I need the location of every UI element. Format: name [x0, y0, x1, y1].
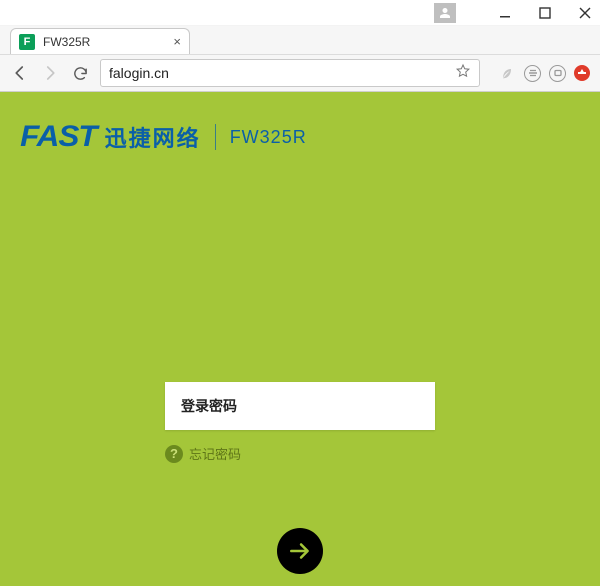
back-button[interactable]	[10, 63, 30, 83]
bookmark-star-icon[interactable]	[455, 63, 471, 84]
user-account-icon[interactable]	[434, 3, 456, 23]
forward-button[interactable]	[40, 63, 60, 83]
close-icon[interactable]	[576, 4, 594, 22]
reload-button[interactable]	[70, 63, 90, 83]
brand-logo: FAST	[20, 120, 96, 154]
address-bar[interactable]	[100, 59, 480, 87]
submit-button[interactable]	[277, 528, 323, 574]
device-model: FW325R	[230, 127, 307, 148]
forgot-password-link[interactable]: ? 忘记密码	[165, 444, 435, 463]
window-titlebar	[0, 0, 600, 26]
page-viewport: FAST 迅捷网络 FW325R 登录密码 ? 忘记密码	[0, 92, 600, 586]
forgot-password-label: 忘记密码	[189, 444, 241, 463]
password-label: 登录密码	[181, 396, 237, 416]
browser-toolbar	[0, 54, 600, 92]
maximize-icon[interactable]	[536, 4, 554, 22]
brand-chinese: 迅捷网络	[105, 121, 201, 153]
extension-red-icon[interactable]	[574, 65, 590, 81]
brand-header: FAST 迅捷网络 FW325R	[22, 120, 307, 154]
login-area: 登录密码 ? 忘记密码	[165, 382, 435, 463]
arrow-right-icon	[287, 538, 313, 564]
extension-circle-icon-2[interactable]	[549, 65, 566, 82]
url-input[interactable]	[109, 65, 449, 81]
minimize-icon[interactable]	[496, 4, 514, 22]
help-icon: ?	[165, 445, 183, 463]
extension-icons	[498, 64, 590, 82]
tab-favicon-icon: F	[19, 34, 35, 50]
extension-circle-icon-1[interactable]	[524, 65, 541, 82]
password-input[interactable]: 登录密码	[165, 382, 435, 430]
tab-strip: F FW325R ×	[0, 26, 600, 54]
brand-divider	[215, 124, 216, 150]
tab-close-icon[interactable]: ×	[173, 34, 181, 49]
extension-leaf-icon[interactable]	[498, 64, 516, 82]
tab-title: FW325R	[43, 35, 90, 49]
browser-tab[interactable]: F FW325R ×	[10, 28, 190, 54]
